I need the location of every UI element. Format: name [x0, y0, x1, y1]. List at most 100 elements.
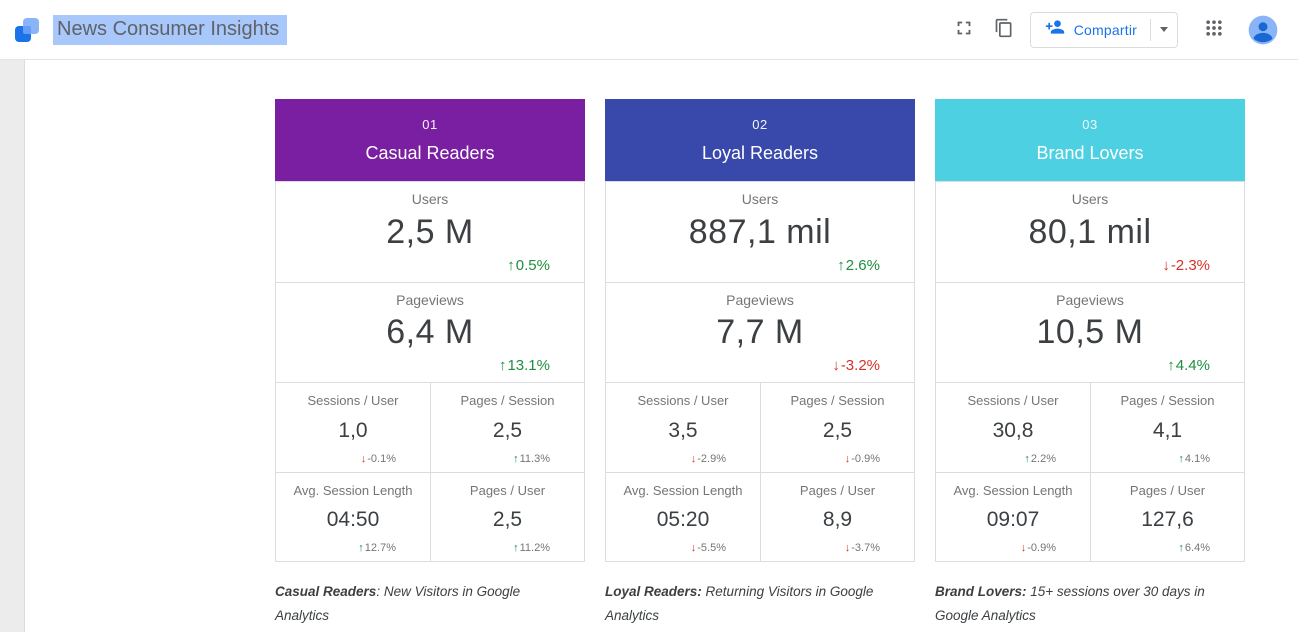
metric-sessions-per-user: Sessions / User 1,0 -0.1% — [276, 383, 430, 472]
metric-value: 8,9 — [823, 508, 852, 532]
metric-delta: 2.2% — [1024, 453, 1056, 465]
delta-value: 0.5% — [516, 257, 550, 274]
metric-delta: 11.2% — [513, 542, 550, 554]
metric-value: 04:50 — [327, 508, 380, 532]
report-title[interactable]: News Consumer Insights — [53, 15, 287, 45]
share-label: Compartir — [1074, 22, 1137, 38]
delta-value: 4.4% — [1176, 357, 1210, 374]
card-metrics: Users 2,5 M 0.5% Pageviews 6,4 M 13.1% S… — [275, 181, 585, 562]
delta-value: -2.3% — [1171, 257, 1210, 274]
card-header: 03 Brand Lovers — [935, 99, 1245, 181]
metric-pageviews: Pageviews 10,5 M 4.4% — [936, 282, 1244, 382]
metric-value: 80,1 mil — [1028, 213, 1151, 252]
delta-value: -5.5% — [697, 542, 726, 554]
scorecard-brand-lovers[interactable]: 03 Brand Lovers Users 80,1 mil -2.3% Pag… — [935, 99, 1245, 562]
metric-value: 2,5 — [823, 419, 852, 443]
metric-label: Avg. Session Length — [293, 483, 412, 498]
card-name: Brand Lovers — [1036, 143, 1143, 164]
metric-delta: -3.2% — [832, 357, 880, 374]
metric-delta: 6.4% — [1178, 542, 1210, 554]
trend-arrow-icon — [513, 543, 519, 554]
card-number: 03 — [1082, 117, 1097, 132]
metric-sessions-per-user: Sessions / User 30,8 2.2% — [936, 383, 1090, 472]
footnote-term: Loyal Readers: — [605, 584, 702, 599]
trend-arrow-icon — [845, 454, 851, 465]
metric-label: Pageviews — [396, 292, 464, 308]
metric-delta: -2.9% — [691, 453, 726, 465]
share-button[interactable]: Compartir — [1030, 12, 1178, 48]
metric-pages-per-session: Pages / Session 2,5 11.3% — [430, 383, 584, 472]
trend-arrow-icon — [691, 454, 697, 465]
metric-value: 05:20 — [657, 508, 710, 532]
metric-value: 2,5 — [493, 419, 522, 443]
metric-pages-per-session: Pages / Session 2,5 -0.9% — [760, 383, 914, 472]
metric-value: 887,1 mil — [689, 213, 831, 252]
trend-arrow-icon — [1167, 358, 1175, 373]
footnote-term: Brand Lovers: — [935, 584, 1027, 599]
metric-grid: Sessions / User 3,5 -2.9% Pages / Sessio… — [606, 382, 914, 561]
delta-value: 4.1% — [1185, 453, 1210, 465]
metric-delta: -0.1% — [361, 453, 396, 465]
metric-sessions-per-user: Sessions / User 3,5 -2.9% — [606, 383, 760, 472]
metric-label: Sessions / User — [307, 393, 398, 408]
trend-arrow-icon — [361, 454, 367, 465]
metric-value: 7,7 M — [716, 313, 804, 352]
metric-value: 2,5 — [493, 508, 522, 532]
person-add-icon — [1045, 17, 1065, 42]
card-number: 01 — [422, 117, 437, 132]
card-name: Loyal Readers — [702, 143, 818, 164]
metric-pageviews: Pageviews 7,7 M -3.2% — [606, 282, 914, 382]
metric-pages-per-session: Pages / Session 4,1 4.1% — [1090, 383, 1244, 472]
card-number: 02 — [752, 117, 767, 132]
metric-avg-session-length: Avg. Session Length 05:20 -5.5% — [606, 472, 760, 561]
trend-arrow-icon — [358, 543, 364, 554]
delta-value: -3.7% — [851, 542, 880, 554]
share-dropdown-button[interactable] — [1151, 13, 1177, 47]
delta-value: 2.2% — [1031, 453, 1056, 465]
scorecard-loyal-readers[interactable]: 02 Loyal Readers Users 887,1 mil 2.6% Pa… — [605, 99, 915, 562]
metric-users: Users 887,1 mil 2.6% — [606, 182, 914, 282]
metric-pageviews: Pageviews 6,4 M 13.1% — [276, 282, 584, 382]
metric-value: 09:07 — [987, 508, 1040, 532]
metric-delta: -0.9% — [845, 453, 880, 465]
metric-pages-per-user: Pages / User 127,6 6.4% — [1090, 472, 1244, 561]
make-a-copy-button[interactable] — [984, 10, 1024, 50]
metric-label: Pages / User — [470, 483, 545, 498]
trend-arrow-icon — [499, 358, 507, 373]
metric-label: Avg. Session Length — [623, 483, 742, 498]
metric-delta: 4.4% — [1167, 357, 1210, 374]
user-avatar[interactable] — [1248, 15, 1278, 45]
metric-delta: 4.1% — [1178, 453, 1210, 465]
scorecard-casual-readers[interactable]: 01 Casual Readers Users 2,5 M 0.5% Pagev… — [275, 99, 585, 562]
google-apps-button[interactable] — [1194, 10, 1234, 50]
fullscreen-button[interactable] — [944, 10, 984, 50]
metric-delta: 13.1% — [499, 357, 550, 374]
trend-arrow-icon — [832, 358, 840, 373]
trend-arrow-icon — [691, 543, 697, 554]
metric-label: Pages / Session — [791, 393, 885, 408]
data-studio-logo-icon[interactable] — [14, 17, 40, 43]
metric-label: Users — [412, 191, 449, 207]
share-button-main[interactable]: Compartir — [1031, 13, 1150, 47]
metric-delta: 12.7% — [358, 542, 396, 554]
metric-value: 127,6 — [1141, 508, 1194, 532]
fullscreen-icon — [953, 17, 975, 42]
metric-label: Pages / User — [800, 483, 875, 498]
metric-value: 1,0 — [338, 419, 367, 443]
metric-avg-session-length: Avg. Session Length 04:50 12.7% — [276, 472, 430, 561]
metric-label: Users — [742, 191, 779, 207]
card-metrics: Users 80,1 mil -2.3% Pageviews 10,5 M 4.… — [935, 181, 1245, 562]
card-header: 01 Casual Readers — [275, 99, 585, 181]
canvas-left-margin — [0, 60, 25, 632]
metric-pages-per-user: Pages / User 2,5 11.2% — [430, 472, 584, 561]
trend-arrow-icon — [837, 258, 845, 273]
delta-value: 6.4% — [1185, 542, 1210, 554]
trend-arrow-icon — [1024, 454, 1030, 465]
delta-value: -0.1% — [367, 453, 396, 465]
card-footnote-brand-lovers: Brand Lovers: 15+ sessions over 30 days … — [935, 580, 1227, 628]
metric-delta: -3.7% — [845, 542, 880, 554]
delta-value: -0.9% — [1027, 542, 1056, 554]
metric-label: Pageviews — [726, 292, 794, 308]
card-header: 02 Loyal Readers — [605, 99, 915, 181]
metric-delta: 11.3% — [513, 453, 550, 465]
